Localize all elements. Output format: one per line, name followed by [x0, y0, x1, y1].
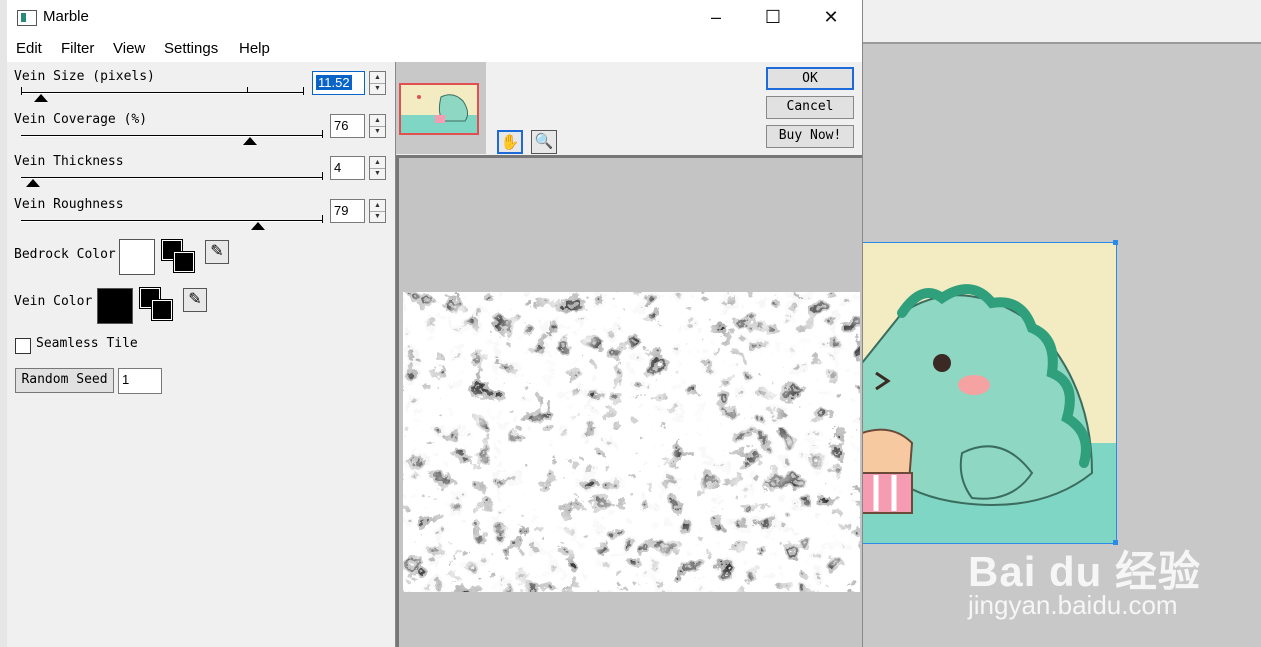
canvas-dinosaur-image[interactable]: [862, 242, 1117, 544]
vein-coverage-slider-thumb[interactable]: [243, 137, 257, 145]
slider-track-end: [21, 87, 22, 95]
buy-now-button[interactable]: Buy Now!: [766, 125, 854, 148]
watermark-url: jingyan.baidu.com: [968, 590, 1178, 620]
menu-view[interactable]: View: [113, 40, 145, 57]
slider-track-end: [322, 215, 323, 223]
menu-filter[interactable]: Filter: [61, 40, 94, 57]
vein-thickness-label: Vein Thickness: [14, 154, 124, 169]
cancel-button[interactable]: Cancel: [766, 96, 854, 119]
vein-color-swatch[interactable]: [97, 288, 133, 324]
vein-roughness-input[interactable]: 79: [330, 199, 365, 223]
navigator-thumbnail-panel[interactable]: [396, 62, 486, 154]
vein-coverage-label: Vein Coverage (%): [14, 112, 148, 127]
menu-edit[interactable]: Edit: [16, 40, 42, 57]
vein-color-default-icon[interactable]: [139, 287, 173, 321]
vein-coverage-input[interactable]: 76: [330, 114, 365, 138]
vein-coverage-slider-track[interactable]: [21, 135, 323, 137]
marble-dialog: Marble – ☐ ✕ Edit Filter View Settings H…: [7, 0, 863, 647]
marble-preview: [403, 292, 860, 592]
title-bar[interactable]: Marble – ☐ ✕: [7, 0, 862, 36]
dinosaur-illustration: [862, 243, 1116, 543]
vein-roughness-slider-thumb[interactable]: [251, 222, 265, 230]
selection-handle[interactable]: [1113, 240, 1118, 245]
window-title: Marble: [43, 8, 89, 25]
menu-settings[interactable]: Settings: [164, 40, 218, 57]
bedrock-color-default-icon[interactable]: [161, 239, 195, 273]
seamless-tile-label: Seamless Tile: [36, 336, 138, 351]
vein-thickness-spinner[interactable]: ▲ ▼: [369, 156, 386, 180]
random-seed-input[interactable]: 1: [118, 368, 162, 394]
seamless-tile-checkbox[interactable]: [15, 338, 31, 354]
vein-size-label: Vein Size (pixels): [14, 69, 155, 84]
settings-panel: Vein Size (pixels) 11.52 ▲ ▼ Vein Coverag…: [7, 62, 395, 647]
spin-down-icon[interactable]: ▼: [370, 83, 385, 94]
vein-roughness-label: Vein Roughness: [14, 197, 124, 212]
bedrock-color-swatch[interactable]: [119, 239, 155, 275]
maximize-button[interactable]: ☐: [744, 0, 802, 36]
spin-down-icon[interactable]: ▼: [370, 168, 385, 179]
eyedropper-icon[interactable]: ✎: [183, 288, 207, 312]
slider-track-end: [322, 130, 323, 138]
baidu-watermark: Bai du 经验 jingyan.baidu.com: [968, 538, 1228, 620]
vein-size-slider-track[interactable]: [21, 92, 304, 94]
navigator-thumbnail[interactable]: [399, 83, 479, 135]
preview-area[interactable]: [396, 155, 862, 647]
spin-down-icon[interactable]: ▼: [370, 126, 385, 137]
vein-thickness-slider-thumb[interactable]: [26, 179, 40, 187]
zoom-tool-button[interactable]: 🔍: [531, 130, 557, 154]
eyedropper-icon[interactable]: ✎: [205, 240, 229, 264]
vein-size-input[interactable]: 11.52: [312, 71, 365, 95]
hand-tool-button[interactable]: ✋: [497, 130, 523, 154]
slider-track-end: [322, 172, 323, 180]
ok-button[interactable]: OK: [766, 67, 854, 90]
menu-bar: Edit Filter View Settings Help: [7, 36, 862, 62]
slider-tick: [247, 87, 248, 92]
vein-coverage-spinner[interactable]: ▲ ▼: [369, 114, 386, 138]
vein-size-spinner[interactable]: ▲ ▼: [369, 71, 386, 95]
vein-roughness-slider-track[interactable]: [21, 220, 323, 222]
slider-track-end: [303, 87, 304, 95]
menu-help[interactable]: Help: [239, 40, 270, 57]
vein-color-label: Vein Color: [14, 294, 93, 309]
app-icon: [17, 10, 37, 26]
vein-size-value: 11.52: [316, 75, 352, 90]
random-seed-button[interactable]: Random Seed: [15, 368, 114, 393]
vein-size-slider-thumb[interactable]: [34, 94, 48, 102]
vein-roughness-spinner[interactable]: ▲ ▼: [369, 199, 386, 223]
close-button[interactable]: ✕: [802, 0, 860, 36]
minimize-button[interactable]: –: [687, 0, 745, 36]
spin-down-icon[interactable]: ▼: [370, 211, 385, 222]
magnifier-icon: 🔍: [534, 133, 554, 150]
vein-thickness-slider-track[interactable]: [21, 177, 323, 179]
vein-thickness-input[interactable]: 4: [330, 156, 365, 180]
host-toolbar: [862, 0, 1261, 44]
thumbnail-image: [401, 85, 477, 133]
marble-texture: [403, 292, 860, 592]
hand-icon: ✋: [500, 134, 520, 151]
bedrock-color-label: Bedrock Color: [14, 247, 116, 262]
